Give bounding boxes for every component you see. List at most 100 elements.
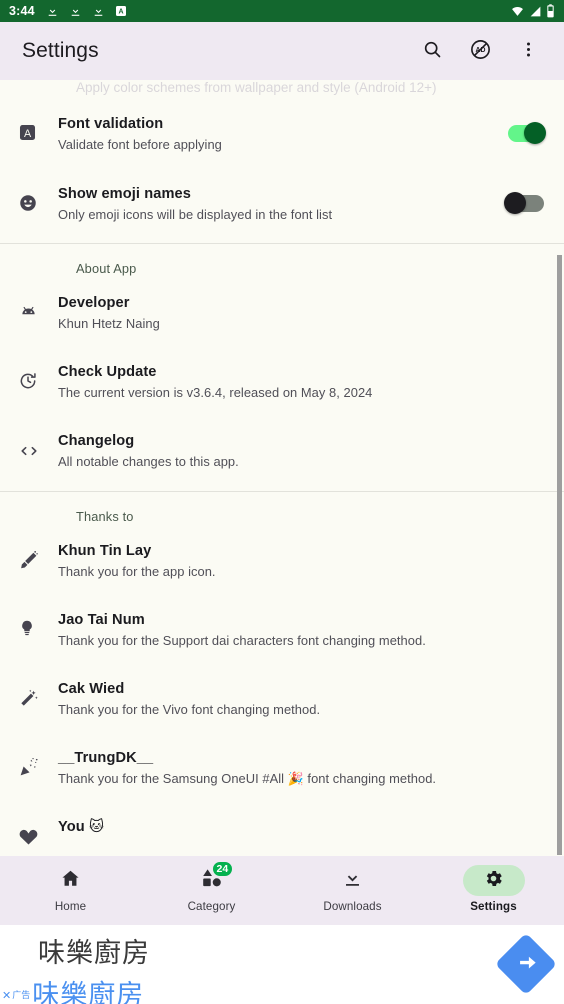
ad-close-icon[interactable]: ✕	[2, 989, 11, 1002]
thanks-text-block: You 🐱	[58, 817, 546, 839]
nav-pill-downloads	[322, 865, 384, 896]
about-subtitle: The current version is v3.6.4, released …	[58, 385, 373, 400]
cell-signal-icon	[529, 5, 542, 18]
bottom-navigation-bar: Home 24 Category Downloads Settings	[0, 856, 564, 925]
thanks-row-cak-wied[interactable]: Cak Wied Thank you for the Vivo font cha…	[0, 663, 564, 732]
thanks-title: __TrungDK__	[58, 750, 154, 766]
about-subtitle: Khun Htetz Naing	[58, 316, 160, 331]
arrow-forward-icon	[509, 947, 544, 982]
about-row-changelog[interactable]: Changelog All notable changes to this ap…	[0, 415, 564, 491]
partial-scrolled-subtitle: Apply color schemes from wallpaper and s…	[76, 80, 437, 95]
search-icon	[422, 39, 443, 63]
nav-pill-category: 24	[181, 861, 243, 896]
toolbar-actions: AD	[410, 29, 550, 73]
setting-title: Font validation	[58, 116, 164, 132]
remove-ads-button[interactable]: AD	[458, 29, 502, 73]
nav-pill-settings	[462, 865, 525, 896]
ad-bottom-row: ✕ 广告 味樂廚房	[0, 973, 144, 1004]
download-icon	[342, 868, 363, 894]
setting-text-block: Show emoji names Only emoji icons will b…	[58, 184, 490, 224]
svg-text:A: A	[24, 128, 32, 140]
settings-scroll-container[interactable]: Apply color schemes from wallpaper and s…	[0, 80, 564, 856]
thanks-subtitle: Thank you for the Samsung OneUI #All 🎉 f…	[58, 771, 437, 786]
thanks-row-jao-tai-num[interactable]: Jao Tai Num Thank you for the Support da…	[0, 594, 564, 663]
setting-title: Show emoji names	[58, 186, 191, 202]
setting-subtitle: Validate font before applying	[58, 137, 222, 152]
nav-label-category: Category	[187, 900, 236, 913]
emoji-smiley-icon	[18, 184, 58, 213]
ad-label: 广告	[12, 991, 31, 1001]
heart-icon	[18, 817, 58, 847]
thanks-row-trungdk[interactable]: __TrungDK__ Thank you for the Samsung On…	[0, 732, 564, 801]
about-title: Developer	[58, 295, 130, 311]
nav-item-downloads[interactable]: Downloads	[282, 865, 423, 913]
android-robot-icon	[18, 293, 58, 323]
status-bar-system-icons	[510, 4, 555, 18]
battery-icon	[546, 4, 555, 18]
about-title: Changelog	[58, 433, 135, 449]
svg-text:A: A	[118, 9, 123, 16]
nav-label-home: Home	[54, 900, 87, 913]
thanks-row-you[interactable]: You 🐱	[0, 801, 564, 856]
thanks-subtitle: Thank you for the app icon.	[58, 564, 216, 579]
about-subtitle: All notable changes to this app.	[58, 454, 239, 469]
thanks-title: Jao Tai Num	[58, 612, 145, 628]
party-popper-icon	[18, 748, 58, 778]
thanks-text-block: __TrungDK__ Thank you for the Samsung On…	[58, 748, 546, 788]
search-button[interactable]	[410, 29, 454, 73]
about-row-developer[interactable]: Developer Khun Htetz Naing	[0, 280, 564, 346]
thanks-row-khun-tin-lay[interactable]: Khun Tin Lay Thank you for the app icon.	[0, 528, 564, 594]
overflow-menu-icon	[519, 40, 538, 62]
ad-headline: 味樂廚房	[38, 938, 150, 969]
ad-banner[interactable]: 味樂廚房 ✕ 广告 味樂廚房	[0, 925, 564, 1004]
font-a-icon: A	[18, 114, 58, 142]
setting-subtitle: Only emoji icons will be displayed in th…	[58, 207, 333, 222]
thanks-title: You 🐱	[58, 819, 105, 835]
overflow-menu-button[interactable]	[506, 29, 550, 73]
vertical-scrollbar[interactable]	[557, 255, 562, 855]
nav-item-settings[interactable]: Settings	[423, 865, 564, 913]
thanks-text-block: Khun Tin Lay Thank you for the app icon.	[58, 541, 546, 581]
nav-label-downloads: Downloads	[323, 900, 382, 913]
code-brackets-icon	[18, 431, 58, 462]
gear-icon	[483, 868, 504, 894]
nav-item-category[interactable]: 24 Category	[141, 861, 282, 913]
download-icon	[69, 5, 82, 18]
setting-row-show-emoji-names[interactable]: Show emoji names Only emoji icons will b…	[0, 167, 564, 243]
app-badge-a-icon: A	[115, 5, 127, 17]
show-emoji-names-toggle[interactable]	[504, 192, 546, 214]
update-clock-icon	[18, 362, 58, 391]
category-badge: 24	[211, 861, 234, 877]
about-title: Check Update	[58, 364, 157, 380]
section-header-about-app: About App	[76, 261, 137, 276]
about-text-block: Developer Khun Htetz Naing	[58, 293, 546, 333]
about-row-check-update[interactable]: Check Update The current version is v3.6…	[0, 346, 564, 415]
nav-item-home[interactable]: Home	[0, 865, 141, 913]
about-text-block: Changelog All notable changes to this ap…	[58, 431, 546, 471]
thanks-text-block: Cak Wied Thank you for the Vivo font cha…	[58, 679, 546, 719]
lightbulb-icon	[18, 610, 58, 637]
app-toolbar: Settings AD	[0, 22, 564, 80]
nav-pill-home	[40, 865, 102, 896]
section-header-thanks-to: Thanks to	[76, 509, 134, 524]
thanks-subtitle: Thank you for the Vivo font changing met…	[58, 702, 321, 717]
toggle-thumb	[504, 192, 526, 214]
setting-trailing	[490, 114, 546, 144]
setting-row-font-validation[interactable]: A Font validation Validate font before a…	[0, 97, 564, 167]
status-bar-notification-icons: A	[46, 5, 127, 18]
thanks-text-block: Jao Tai Num Thank you for the Support da…	[58, 610, 546, 650]
setting-text-block: Font validation Validate font before app…	[58, 114, 490, 154]
page-title: Settings	[22, 39, 99, 62]
thanks-subtitle: Thank you for the Support dai characters…	[58, 633, 426, 648]
download-icon	[92, 5, 105, 18]
ad-cta-button[interactable]	[494, 932, 558, 996]
ad-subheadline: 味樂廚房	[32, 980, 145, 1004]
download-icon	[46, 5, 59, 18]
nav-label-settings: Settings	[470, 900, 517, 913]
magic-wand-icon	[18, 679, 58, 709]
thanks-title: Cak Wied	[58, 681, 125, 697]
paint-brush-icon	[18, 541, 58, 571]
status-bar: 3:44 A	[0, 0, 564, 22]
wifi-icon	[510, 5, 525, 18]
font-validation-toggle[interactable]	[504, 122, 546, 144]
